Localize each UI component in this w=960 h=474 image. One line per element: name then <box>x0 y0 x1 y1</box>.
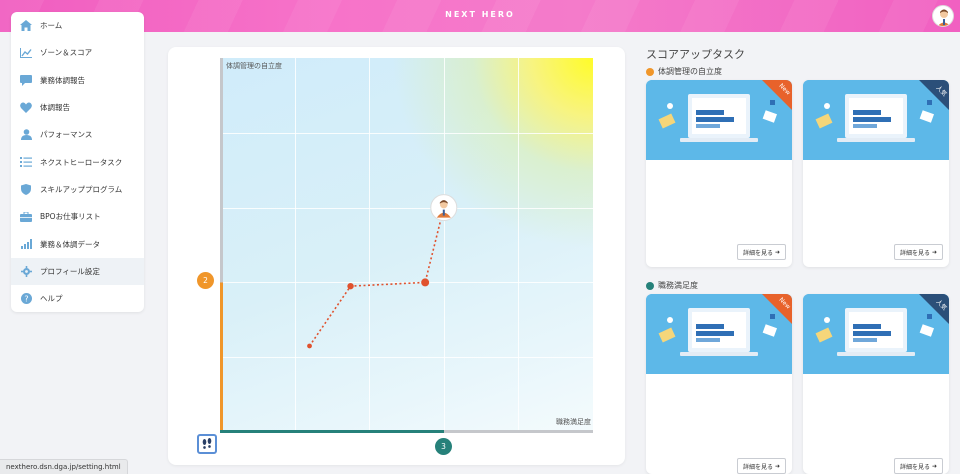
task-card[interactable]: New 詳細を見る ➜ <box>646 80 792 267</box>
badge-new-ribbon: New <box>762 80 792 110</box>
sidebar-item-nexthero-task[interactable]: ネクストヒーロータスク <box>11 148 144 175</box>
section-label-text: 体調管理の自立度 <box>658 67 722 76</box>
sidebar-item-label: 業務＆体調データ <box>40 239 100 249</box>
sidebar-item-profile-settings[interactable]: プロフィール設定 <box>11 257 144 285</box>
heart-icon <box>19 102 33 114</box>
sidebar-item-data[interactable]: 業務＆体調データ <box>11 230 144 257</box>
arrow-right-icon: ➜ <box>931 248 937 256</box>
sidebar-item-help[interactable]: ? ヘルプ <box>11 285 144 312</box>
chart-series-layer <box>307 194 458 349</box>
sidebar-item-label: 体調報告 <box>40 103 70 113</box>
section-dot <box>646 281 654 290</box>
arrow-right-icon: ➜ <box>931 462 937 470</box>
arrow-right-icon: ➜ <box>774 248 780 256</box>
detail-button-label: 詳細を見る <box>742 463 773 471</box>
sidebar-item-label: プロフィール設定 <box>40 266 100 276</box>
sidebar-item-performance[interactable]: パフォーマンス <box>11 121 144 148</box>
detail-button[interactable]: 詳細を見る ➜ <box>736 244 786 260</box>
detail-button[interactable]: 詳細を見る ➜ <box>736 458 786 474</box>
shield-icon <box>19 183 33 195</box>
sidebar: ホーム ゾーン＆スコア 業務体調報告 体調報告 パフォーマンス ネクストヒーロー… <box>11 12 144 312</box>
browser-status-bar: nexthero.dsn.dga.jp/setting.html <box>0 459 128 474</box>
badge-new-ribbon: New <box>762 294 792 324</box>
gear-icon <box>19 265 33 277</box>
detail-button-label: 詳細を見る <box>742 249 773 257</box>
sidebar-item-skillup[interactable]: スキルアッププログラム <box>11 176 144 203</box>
y-score-badge: 2 <box>197 272 214 289</box>
user-icon <box>19 129 33 141</box>
comment-icon <box>19 74 33 86</box>
task-card[interactable]: 人気 詳細を見る ➜ <box>803 294 949 474</box>
footprint-icon <box>202 438 212 449</box>
sidebar-item-label: スキルアッププログラム <box>40 184 123 194</box>
svg-text:?: ? <box>24 294 28 303</box>
sidebar-item-work-report[interactable]: 業務体調報告 <box>11 67 144 94</box>
home-icon <box>19 20 33 32</box>
data-point <box>307 343 312 349</box>
sidebar-item-label: ヘルプ <box>40 294 63 304</box>
brand-title: NEXT HERO <box>445 10 515 19</box>
top-header: NEXT HERO <box>0 0 960 32</box>
detail-button[interactable]: 詳細を見る ➜ <box>893 244 943 260</box>
sidebar-item-health-report[interactable]: 体調報告 <box>11 94 144 121</box>
detail-button-label: 詳細を見る <box>899 249 930 257</box>
task-card[interactable]: 人気 詳細を見る ➜ <box>803 80 949 267</box>
sidebar-item-label: BPOお仕事リスト <box>40 212 101 222</box>
section-label-health: 体調管理の自立度 <box>646 66 722 77</box>
sidebar-item-label: ゾーン＆スコア <box>40 48 93 58</box>
sidebar-item-label: ネクストヒーロータスク <box>40 157 123 167</box>
section-dot <box>646 67 654 76</box>
chart-line-icon <box>19 47 33 59</box>
badge-popular-ribbon: 人気 <box>919 80 949 110</box>
task-card[interactable]: New 詳細を見る ➜ <box>646 294 792 474</box>
bar-chart-icon <box>19 238 33 250</box>
badge-popular-ribbon: 人気 <box>919 294 949 324</box>
sidebar-item-bpo-list[interactable]: BPOお仕事リスト <box>11 203 144 230</box>
arrow-right-icon: ➜ <box>774 462 780 470</box>
sidebar-item-label: 業務体調報告 <box>40 75 85 85</box>
sidebar-item-label: パフォーマンス <box>40 130 93 140</box>
data-point <box>421 278 430 287</box>
briefcase-icon <box>19 211 33 223</box>
section-label-text: 職務満足度 <box>658 281 698 290</box>
section-label-satisfaction: 職務満足度 <box>646 280 698 291</box>
list-icon <box>19 156 33 168</box>
detail-button-label: 詳細を見る <box>899 463 930 471</box>
zone-chart-card: 体調管理の自立度 職務満足度 2 3 <box>168 47 625 465</box>
data-point <box>347 282 354 290</box>
score-up-tasks-title: スコアアップタスク <box>646 48 745 61</box>
sidebar-item-zone-score[interactable]: ゾーン＆スコア <box>11 39 144 66</box>
footprint-toggle-button[interactable] <box>197 434 217 454</box>
help-icon: ? <box>19 293 33 305</box>
x-score-badge: 3 <box>435 438 452 455</box>
series-line <box>308 207 445 347</box>
user-avatar[interactable] <box>932 5 954 27</box>
detail-button[interactable]: 詳細を見る ➜ <box>893 458 943 474</box>
sidebar-item-label: ホーム <box>40 21 63 31</box>
current-position-avatar[interactable] <box>430 194 458 222</box>
sidebar-item-home[interactable]: ホーム <box>11 12 144 39</box>
